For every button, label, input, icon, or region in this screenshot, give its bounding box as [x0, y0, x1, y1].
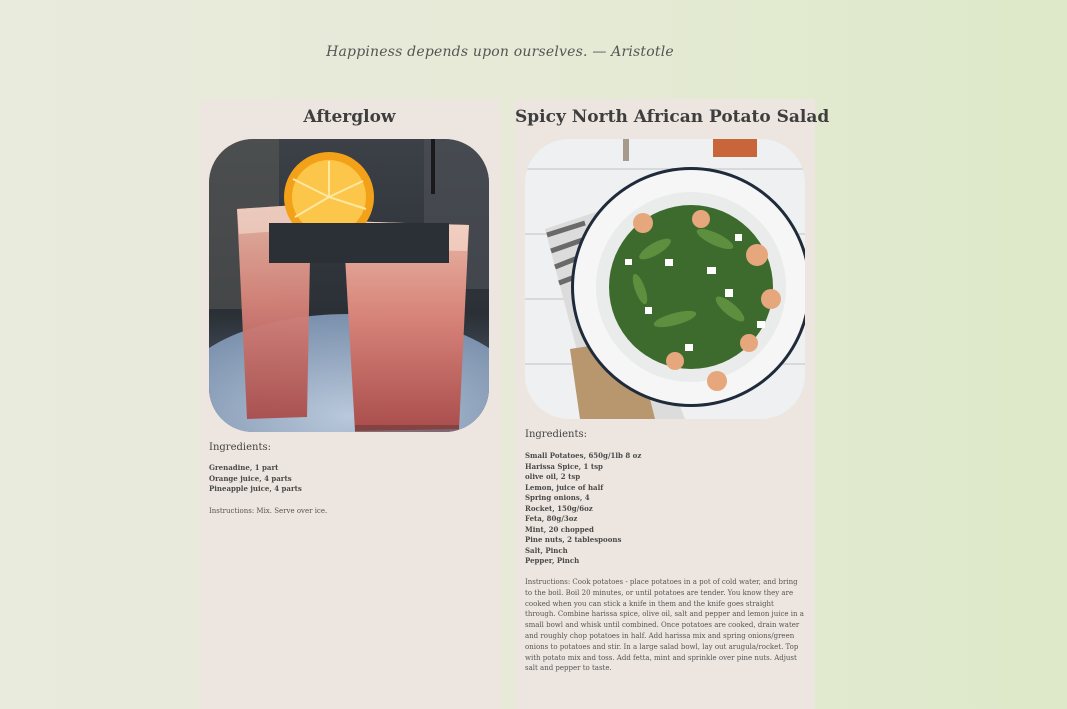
recipe-card-potato-salad: Spicy North African Potato Salad Ingredi…	[515, 99, 830, 709]
ingredient-item: Mint, 20 chopped	[525, 524, 594, 534]
recipe-photo-salad	[525, 139, 805, 419]
ingredient-item: Grenadine, 1 part	[209, 463, 279, 472]
ingredient-item: Orange juice, 4 parts	[209, 473, 292, 483]
ingredient-item: Salt, Pinch	[525, 545, 568, 555]
ingredient-item: Feta, 80g/3oz	[525, 514, 578, 523]
recipe-photo-drinks	[209, 139, 489, 432]
quote-text: Happiness depends upon ourselves. — Aris…	[326, 44, 674, 60]
ingredient-item: Spring onions, 4	[525, 493, 590, 502]
instructions-text: Instructions: Cook potatoes - place pota…	[525, 578, 804, 673]
ingredient-item: Rocket, 150g/6oz	[525, 503, 593, 513]
instructions-text: Instructions: Mix. Serve over ice.	[209, 507, 328, 515]
salad-image	[525, 139, 805, 419]
ingredient-item: Lemon, juice of half	[525, 482, 604, 492]
ingredient-item: Harissa Spice, 1 tsp	[525, 461, 603, 471]
ingredient-item: Pineapple juice, 4 parts	[209, 484, 302, 493]
drinks-image	[209, 139, 489, 432]
ingredient-item: Pepper, Pinch	[525, 556, 580, 565]
ingredient-item: Pine nuts, 2 tablespoons	[525, 535, 622, 544]
ingredient-item: olive oil, 2 tsp	[525, 472, 581, 481]
recipe-card-afterglow: Afterglow Ingredients: Grenadine, 1 part…	[199, 99, 500, 709]
ingredients-list: Grenadine, 1 part Orange juice, 4 parts …	[209, 463, 302, 495]
ingredients-list: Small Potatoes, 650g/1lb 8 oz Harissa Sp…	[525, 451, 641, 567]
ingredients-heading: Ingredients:	[525, 429, 587, 440]
recipe-title: Spicy North African Potato Salad	[515, 107, 830, 127]
recipe-title: Afterglow	[303, 107, 396, 127]
ingredient-item: Small Potatoes, 650g/1lb 8 oz	[525, 451, 642, 460]
ingredients-heading: Ingredients:	[209, 442, 271, 453]
